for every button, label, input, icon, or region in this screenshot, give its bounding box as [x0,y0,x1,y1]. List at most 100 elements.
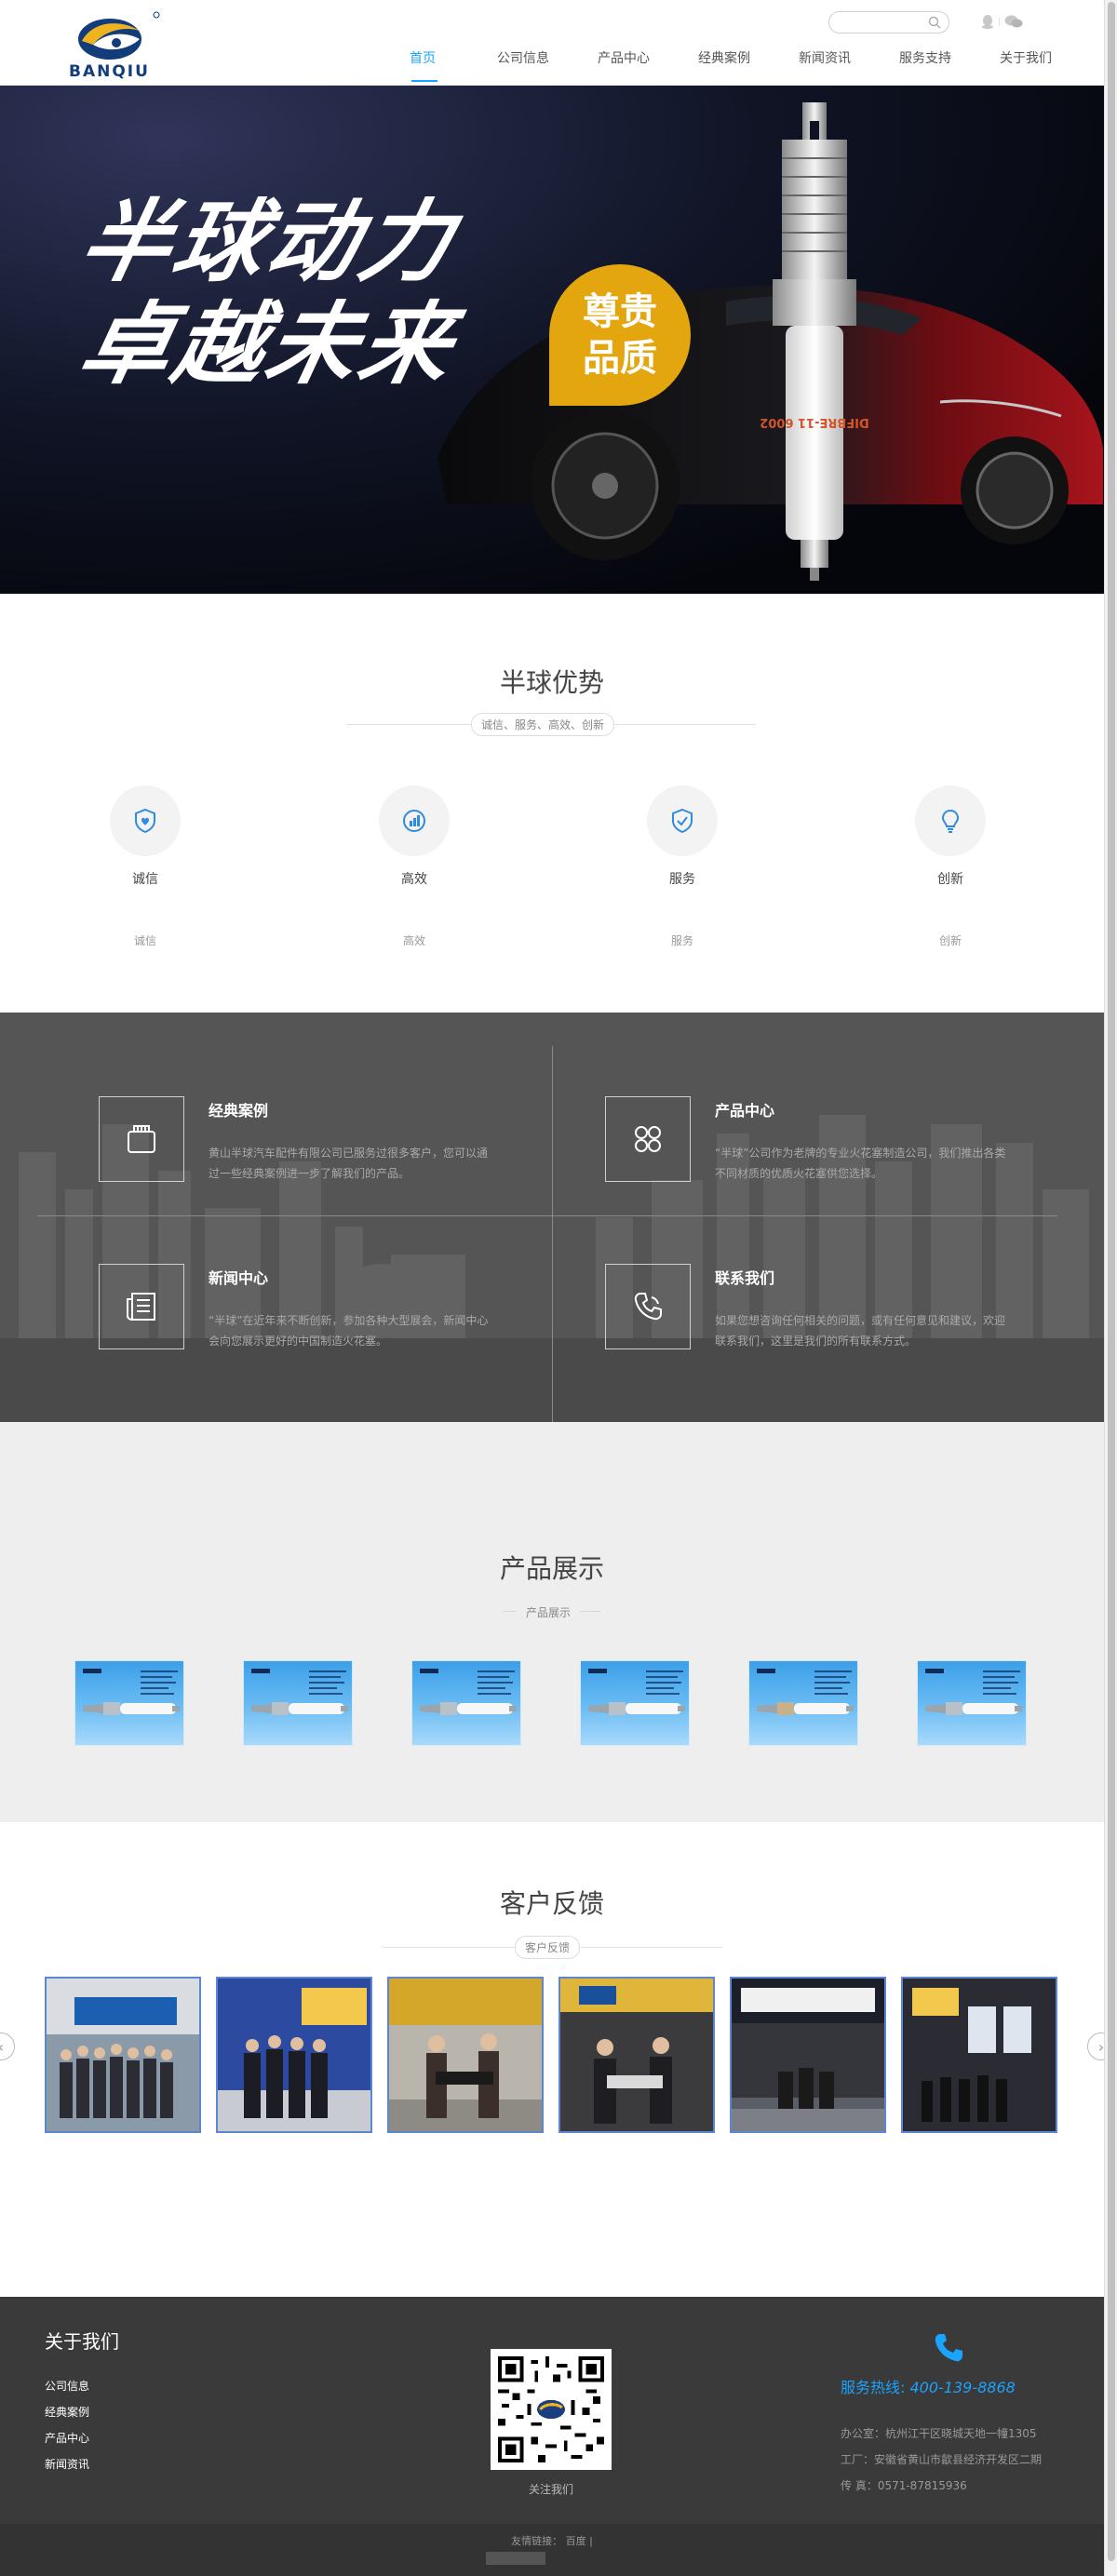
advantage-title: 诚信 [132,872,158,887]
products-icon-box[interactable] [605,1096,691,1182]
product-image [757,1669,854,1715]
friend-link-baidu[interactable]: 百度 | [566,2535,593,2547]
grid-item-title[interactable]: 新闻中心 [209,1266,268,1288]
product-thumbnail[interactable] [74,1660,184,1746]
apps-icon [635,1126,661,1152]
hero-banner[interactable]: 半球动力 卓越未来 尊贵 品质 DIFBRE-11 6002 [0,86,1104,594]
hotline: 服务热线: 400-139-8868 [841,2375,1016,2397]
grid-item-desc: 如果您想咨询任何相关的问题，或有任何意见和建议，欢迎联系我们，这里是我们的所有联… [715,1314,1006,1348]
footer-link-company[interactable]: 公司信息 [45,2373,89,2399]
advantage-icon-circle [915,785,986,856]
banqiu-logo[interactable]: BANQIU [65,7,168,82]
advantage-icon-circle [647,785,718,856]
grid-divider-vertical [552,1046,553,1422]
advantage-item[interactable]: 高效 高效 [358,785,470,948]
nav-service[interactable]: 服务支持 [875,48,976,76]
wechat-qr-code [491,2349,612,2470]
footer-about-title: 关于我们 [45,2330,119,2353]
customer-group-photo [903,1979,1056,2131]
hotline-phone-icon [935,2334,962,2362]
advantage-item[interactable]: 诚信 诚信 [89,785,201,948]
advantages-title: 半球优势 [499,667,604,698]
grid-item-title[interactable]: 经典案例 [209,1098,268,1120]
advantage-desc: 服务 [670,934,693,947]
advantage-desc: 诚信 [133,934,156,947]
hotline-label: 服务热线: [841,2379,906,2396]
news-icon-box[interactable] [99,1264,184,1349]
qr-caption: 关注我们 [528,2483,573,2496]
grid-item-title[interactable]: 产品中心 [715,1098,774,1120]
customer-group-photo [732,1979,884,2131]
nav-about[interactable]: 关于我们 [976,48,1076,76]
nav-company-info[interactable]: 公司信息 [473,48,573,76]
advantage-item[interactable]: 创新 创新 [895,785,1006,948]
nav-home[interactable]: 首页 [372,48,473,82]
advantage-item[interactable]: 服务 服务 [626,785,738,948]
divider: | [998,16,1002,27]
premium-badge: 尊贵 品质 [549,264,691,406]
product-image [251,1669,348,1715]
nav-cases[interactable]: 经典案例 [674,48,774,76]
factory-address: 工厂：安徽省黄山市歙县经济开发区二期 [841,2453,1043,2466]
feedback-photo[interactable] [216,1977,372,2133]
grid-divider-horizontal [37,1215,1057,1216]
qq-icon[interactable] [981,14,994,29]
page-scrollbar[interactable] [1104,0,1117,2576]
main-nav: 首页 公司信息 产品中心 经典案例 新闻资讯 服务支持 关于我们 [372,48,1076,82]
features-grid: 经典案例 黄山半球汽车配件有限公司已服务过很多客户，您可以通过一些经典案例进一步… [0,1013,1104,1422]
footer-link-news[interactable]: 新闻资讯 [45,2451,89,2477]
product-thumbnail[interactable] [917,1660,1027,1746]
feedback-photo[interactable] [387,1977,544,2133]
footer-link-cases[interactable]: 经典案例 [45,2399,89,2425]
footer-link-products[interactable]: 产品中心 [45,2425,89,2451]
footer-bottom-block [486,2552,545,2565]
spark-plug-image: DIFBRE-11 6002 [760,102,869,581]
footer-links: 公司信息 经典案例 产品中心 新闻资讯 [45,2373,89,2477]
carousel-prev-button[interactable]: ‹ [0,2033,15,2060]
plug-label: DIFBRE-11 6002 [760,415,869,429]
advantage-icon-circle [379,785,450,856]
product-thumbnail[interactable] [580,1660,690,1746]
folder-icon [128,1125,155,1153]
slogan-line-2: 卓越未来 [71,292,466,396]
feedback-photo[interactable] [730,1977,886,2133]
feedback-title: 客户反馈 [499,1888,604,1919]
hotline-number[interactable]: 400-139-8868 [910,2379,1016,2396]
grid-item-desc: “半球”公司作为老牌的专业火花塞制造公司，我们推出各类不同材质的优质火花塞供您选… [715,1147,1006,1180]
svg-text:BANQIU: BANQIU [69,62,150,81]
grid-item-desc: 黄山半球汽车配件有限公司已服务过很多客户，您可以通过一些经典案例进一步了解我们的… [209,1147,489,1180]
cases-icon-box[interactable] [99,1096,184,1182]
products-title: 产品展示 [499,1553,604,1584]
friend-links-label: 友情链接： [511,2535,563,2547]
nav-products[interactable]: 产品中心 [573,48,674,76]
advantage-title: 创新 [937,872,963,887]
nav-news[interactable]: 新闻资讯 [774,48,875,76]
product-image [925,1669,1022,1715]
shield-check-icon [672,808,693,834]
office-address: 办公室：杭州江干区晓城天地一幢1305 [841,2427,1037,2440]
feedback-subtitle: 客户反馈 [515,1936,581,1959]
social-icons: | [981,12,1023,31]
product-thumbnail[interactable] [243,1660,353,1746]
product-thumbnail[interactable] [411,1660,521,1746]
search-input[interactable] [839,13,928,33]
products-section: 产品展示 产品展示 [0,1422,1104,1822]
feedback-photo[interactable] [45,1977,201,2133]
chart-circle-icon [403,810,425,832]
search-box[interactable] [828,11,949,34]
feedback-photo[interactable] [901,1977,1057,2133]
customer-group-photo [560,1979,713,2131]
contact-icon-box[interactable] [605,1264,691,1349]
newspaper-icon [127,1293,155,1321]
scrollbar-thumb[interactable] [1108,2,1115,2561]
products-subtitle: 产品展示 [517,1602,581,1623]
wechat-icon[interactable] [1004,14,1023,29]
search-icon[interactable] [928,16,941,29]
fax-number: 传 真：0571-87815936 [841,2479,967,2492]
site-header: BANQIU | 首页 公司信息 产品中心 经典案例 新闻资讯 服务支持 关于我… [0,0,1117,86]
grid-item-title[interactable]: 联系我们 [715,1266,774,1288]
shield-heart-icon [135,808,155,834]
grid-item-desc: “半球”在近年来不断创新，参加各种大型展会，新闻中心会向您展示更好的中国制造火花… [209,1314,489,1348]
product-thumbnail[interactable] [748,1660,858,1746]
feedback-photo[interactable] [558,1977,715,2133]
